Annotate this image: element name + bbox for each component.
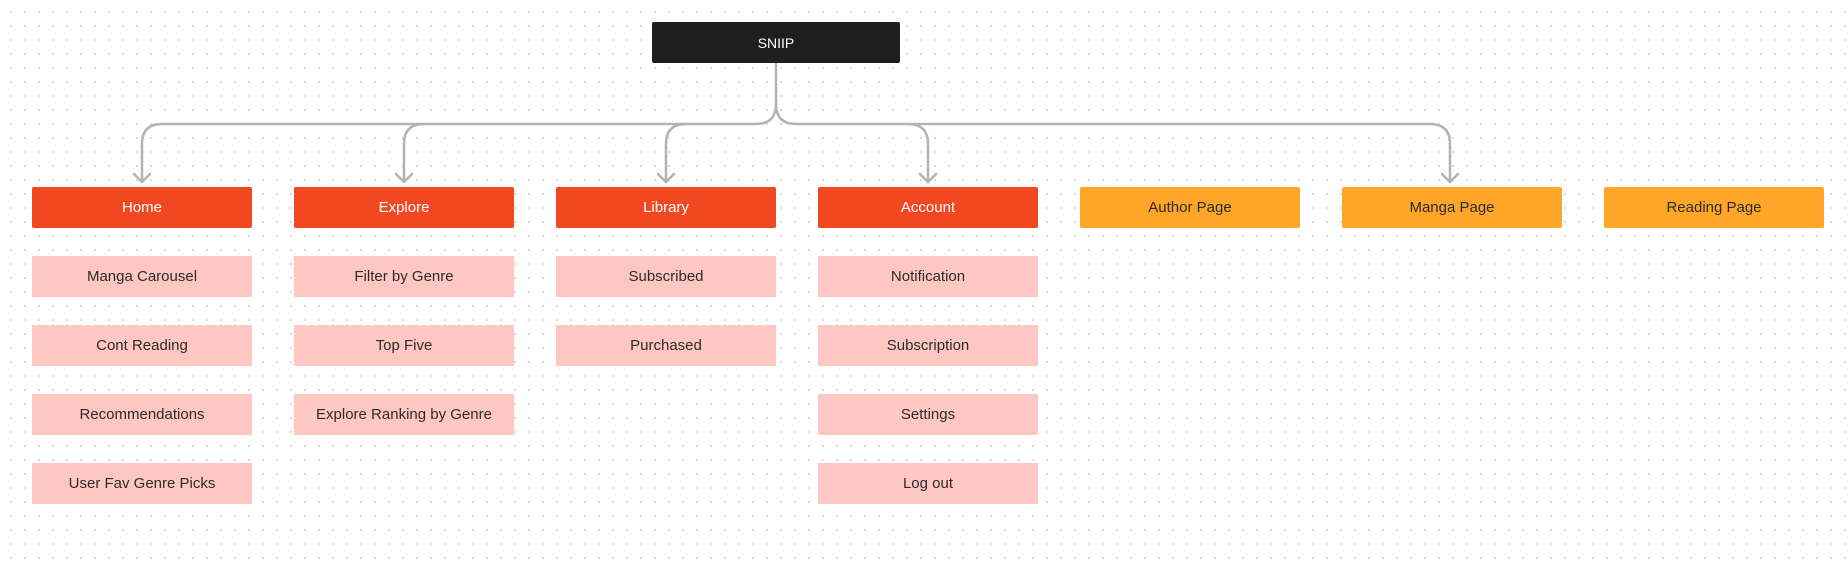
home-child-node[interactable]: Recommendations: [32, 394, 252, 435]
connector-trunk: [754, 62, 778, 126]
library-child-node[interactable]: Purchased: [556, 325, 776, 366]
account-child-node[interactable]: Notification: [818, 256, 1038, 297]
connector-right-trunk: [774, 102, 1460, 184]
section-node-library[interactable]: Library: [556, 187, 776, 228]
explore-child-node[interactable]: Top Five: [294, 325, 514, 366]
explore-child-node[interactable]: Filter by Genre: [294, 256, 514, 297]
account-child-node[interactable]: Settings: [818, 394, 1038, 435]
library-child-node[interactable]: Subscribed: [556, 256, 776, 297]
explore-child-node[interactable]: Explore Ranking by Genre: [294, 394, 514, 435]
section-node-author-page[interactable]: Author Page: [1080, 187, 1300, 228]
account-child-node[interactable]: Log out: [818, 463, 1038, 504]
section-node-manga-page[interactable]: Manga Page: [1342, 187, 1562, 228]
section-node-explore[interactable]: Explore: [294, 187, 514, 228]
root-node[interactable]: SNIIP: [652, 22, 900, 63]
connector-home: [132, 122, 758, 184]
home-child-node[interactable]: User Fav Genre Picks: [32, 463, 252, 504]
section-node-reading-page[interactable]: Reading Page: [1604, 187, 1824, 228]
connector-explore: [394, 122, 426, 184]
section-node-home[interactable]: Home: [32, 187, 252, 228]
connector-library: [656, 122, 688, 184]
connector-account: [906, 122, 938, 184]
home-child-node[interactable]: Cont Reading: [32, 325, 252, 366]
home-child-node[interactable]: Manga Carousel: [32, 256, 252, 297]
section-node-account[interactable]: Account: [818, 187, 1038, 228]
account-child-node[interactable]: Subscription: [818, 325, 1038, 366]
